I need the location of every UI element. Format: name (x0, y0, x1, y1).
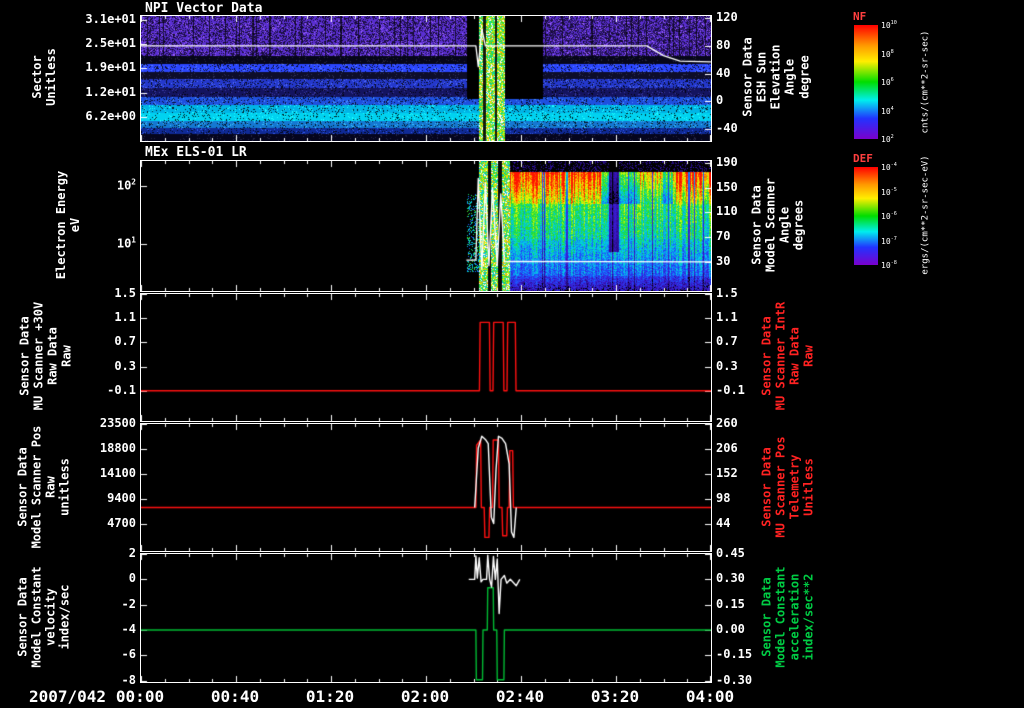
y-tick-label: 0.7 (114, 334, 136, 349)
panel3-left-axis-label: Sensor Data MU Scanner +30V Raw Data Raw (17, 301, 75, 411)
y-tick-label: -4 (121, 622, 136, 637)
y-tick-label: -2 (121, 596, 136, 611)
colorbar-tick-label: 108 (881, 48, 894, 59)
panel3-plot-area (140, 293, 712, 422)
colorbar-tick-label: 102 (881, 134, 894, 144)
y-tick-label: 23500 (99, 416, 136, 430)
y-tick-label: 0 (716, 93, 724, 108)
y-tick-label: 3.1e+01 (85, 11, 136, 26)
y-tick-label: 260 (716, 416, 738, 430)
plot-window: NPI Vector Data MEx ELS-01 LR Sector Uni… (0, 0, 1024, 708)
panel3-right-axis-label: Sensor Data MU Scanner IntR Raw Data Raw (759, 301, 817, 411)
y-tick-label: 0.00 (716, 621, 745, 636)
y-tick-label: 0.3 (716, 358, 738, 373)
colorbar-tick-label: 1010 (881, 20, 897, 30)
colorbar-nf (854, 25, 878, 139)
y-tick-label: 70 (716, 229, 731, 244)
panel4-right-axis-label: Sensor Data MU Scanner Pos Telemetry Uni… (759, 436, 817, 538)
colorbar-def (854, 167, 878, 265)
panel5-left-axis-label: Sensor Data Model Constant velocity inde… (15, 566, 73, 668)
colorbar-def-title: DEF (853, 152, 873, 165)
colorbar-nf-unit-label: cnts/(cm**2-sr-sec) (920, 30, 931, 134)
colorbar-def-unit-label: ergs/(cm**2-sr-sec-eV) (920, 155, 931, 275)
panel1-spectrogram-canvas (141, 16, 711, 141)
panel2-right-axis-label: Sensor Data Model Scanner Angle degrees (749, 178, 807, 272)
y-tick-label: 0.45 (716, 546, 745, 560)
y-tick-label: 1.5 (716, 286, 738, 300)
panel1-right-axis-label: Sensor Data ESH Sun Elevation Angle degr… (740, 37, 812, 117)
y-tick-label: 1.2e+01 (85, 84, 136, 99)
x-tick-label: 02:00 (400, 687, 450, 706)
y-tick-label: 206 (716, 441, 738, 456)
y-tick-label: 152 (716, 466, 738, 481)
panel5-right-axis-label: Sensor Data Model Constant acceleration … (759, 566, 817, 668)
panel1-plot-area (140, 15, 712, 142)
y-tick-label: 101 (116, 235, 136, 250)
y-tick-label: -6 (121, 647, 136, 662)
x-tick-label: 02:40 (495, 687, 545, 706)
panel5-plot-area (140, 553, 712, 683)
x-tick-label: 00:00 (115, 687, 165, 706)
colorbar-tick-label: 104 (881, 105, 894, 116)
y-tick-label: 0.3 (114, 358, 136, 373)
y-tick-label: 14100 (99, 466, 136, 481)
y-tick-label: -0.1 (107, 382, 136, 397)
panel2-spectrogram-canvas (141, 161, 711, 291)
colorbar-tick-label: 106 (881, 77, 894, 87)
y-tick-label: 102 (116, 177, 136, 193)
colorbar-tick-label: 10-6 (881, 211, 897, 221)
y-tick-label: 2.5e+01 (85, 36, 136, 51)
panel4-line-canvas (141, 424, 711, 551)
y-tick-label: 44 (716, 516, 731, 531)
y-tick-label: 30 (716, 253, 731, 268)
panel1-left-axis-label: Sector Unitless (29, 48, 58, 106)
y-tick-label: 98 (716, 491, 731, 506)
x-tick-label: 03:20 (590, 687, 640, 706)
panel2-title: MEx ELS-01 LR (145, 145, 247, 160)
y-tick-label: 2 (128, 546, 136, 560)
panel4-plot-area (140, 423, 712, 552)
y-tick-label: 0 (128, 571, 136, 586)
colorbar-tick-label: 10-7 (881, 235, 897, 246)
panel2-plot-area (140, 160, 712, 292)
y-tick-label: 110 (716, 204, 738, 219)
y-tick-label: 6.2e+00 (85, 108, 136, 123)
y-tick-label: 80 (716, 37, 731, 52)
x-tick-label: 00:40 (210, 687, 260, 706)
y-tick-label: 1.1 (114, 310, 136, 325)
y-tick-label: 0.30 (716, 571, 745, 586)
x-tick-label: 04:00 (685, 687, 735, 706)
y-tick-label: 1.5 (114, 286, 136, 300)
x-tick-label: 01:20 (305, 687, 355, 706)
y-tick-label: -0.30 (716, 672, 753, 687)
panel1-title: NPI Vector Data (145, 1, 263, 16)
colorbar-nf-title: NF (853, 10, 867, 23)
y-tick-label: 4700 (107, 516, 136, 531)
y-tick-label: -40 (716, 121, 738, 136)
colorbar-tick-label: 10-5 (881, 186, 897, 197)
x-axis-date-label: 2007/042 (28, 687, 106, 706)
panel3-line-canvas (141, 294, 711, 421)
y-tick-label: -8 (121, 672, 136, 687)
colorbar-tick-label: 10-8 (881, 260, 897, 270)
y-tick-label: 18800 (99, 441, 136, 456)
colorbar-tick-label: 10-4 (881, 162, 897, 172)
y-tick-label: 1.1 (716, 310, 738, 325)
y-tick-label: 1.9e+01 (85, 60, 136, 75)
y-tick-label: -0.1 (716, 382, 745, 397)
y-tick-label: -0.15 (716, 647, 753, 662)
y-tick-label: 120 (716, 10, 738, 25)
y-tick-label: 0.15 (716, 596, 745, 611)
y-tick-label: 150 (716, 179, 738, 194)
y-tick-label: 40 (716, 65, 731, 80)
panel5-line-canvas (141, 554, 711, 682)
y-tick-label: 190 (716, 154, 738, 169)
y-tick-label: 0.7 (716, 334, 738, 349)
y-tick-label: 9400 (107, 491, 136, 506)
panel4-left-axis-label: Sensor Data Model Scanner Pos Raw unitle… (15, 425, 73, 549)
